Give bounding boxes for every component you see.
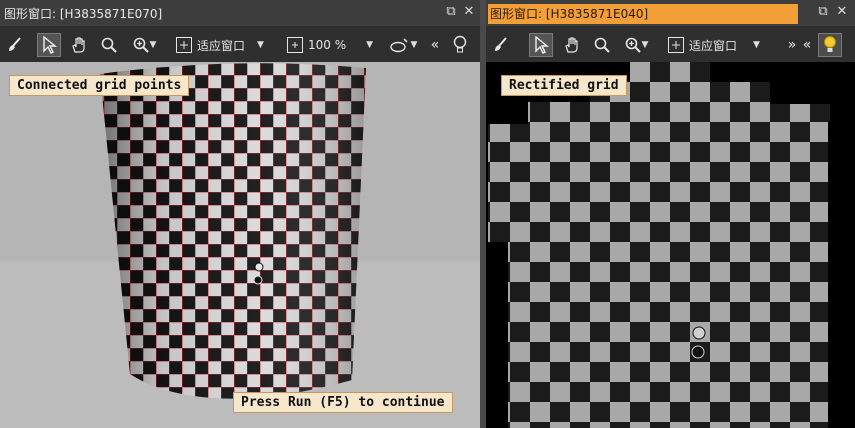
zoom-percent-label: 100 % xyxy=(308,38,347,52)
chevron-down-icon: ▼ xyxy=(410,40,418,50)
graphics-window-right[interactable]: 图形窗口: [H3835871E040] ⧉ ✕ ▼ 适应窗口 ▼ » « Re… xyxy=(486,0,855,428)
continue-hint: Press Run (F5) to continue xyxy=(233,392,453,413)
lightbulb-icon[interactable] xyxy=(818,33,842,57)
chevron-down-icon: ▼ xyxy=(753,40,760,50)
pointer-icon[interactable] xyxy=(37,33,61,57)
window-titlebar[interactable]: 图形窗口: [H3835871E070] ⧉ ✕ xyxy=(0,0,480,26)
magnifier-icon[interactable] xyxy=(97,33,121,57)
close-icon[interactable]: ✕ xyxy=(462,5,476,19)
expand-chevrons-icon[interactable]: » xyxy=(786,33,798,57)
fit-window-dropdown[interactable]: 适应窗口 ▼ xyxy=(667,33,777,57)
restore-icon[interactable]: ⧉ xyxy=(444,5,458,19)
zoom-dropdown[interactable]: ▼ xyxy=(619,33,653,57)
pan-hand-icon[interactable] xyxy=(560,33,584,57)
clear-brush-icon[interactable] xyxy=(490,33,512,57)
chevron-down-icon: ▼ xyxy=(257,40,264,50)
collapse-chevrons-icon[interactable]: « xyxy=(428,33,442,57)
fit-window-label: 适应窗口 xyxy=(689,38,738,53)
lightbulb-icon[interactable] xyxy=(450,33,470,57)
zoom-dropdown[interactable]: ▼ xyxy=(127,33,161,57)
overlay-label: Rectified grid xyxy=(501,75,627,96)
zoom-100-icon xyxy=(287,37,303,53)
window-title: 图形窗口: [H3835871E040] xyxy=(490,7,649,21)
toolbar: ▼ 适应窗口 ▼ » « xyxy=(486,28,855,62)
overlay-label: Connected grid points xyxy=(9,75,190,96)
fit-window-dropdown[interactable]: 适应窗口 ▼ xyxy=(175,33,280,57)
image-view-right[interactable]: Rectified grid xyxy=(486,62,855,428)
image-view-left[interactable]: Connected grid points Press Run (F5) to … xyxy=(0,62,480,428)
draw-ellipse-icon xyxy=(389,38,408,53)
window-title: 图形窗口: [H3835871E070] xyxy=(4,7,163,21)
rectified-grid-image xyxy=(486,62,855,428)
graphics-window-left[interactable]: 图形窗口: [H3835871E070] ⧉ ✕ ▼ 适应窗口 ▼ 100 % … xyxy=(0,0,480,428)
chevron-down-icon: ▼ xyxy=(149,40,157,50)
restore-icon[interactable]: ⧉ xyxy=(816,5,830,19)
collapse-chevrons-icon[interactable]: « xyxy=(801,33,813,57)
draw-region-dropdown[interactable]: ▼ xyxy=(386,33,420,57)
zoom-percent-dropdown[interactable]: 100 % ▼ xyxy=(286,33,378,57)
fit-window-label: 适应窗口 xyxy=(197,38,246,53)
clear-brush-icon[interactable] xyxy=(4,33,26,57)
close-icon[interactable]: ✕ xyxy=(835,5,849,19)
toolbar: ▼ 适应窗口 ▼ 100 % ▼ ▼ « xyxy=(0,28,480,62)
fit-window-icon xyxy=(176,37,192,53)
magnifier-icon[interactable] xyxy=(590,33,614,57)
cylinder-checkerboard-image xyxy=(0,62,480,428)
pointer-icon[interactable] xyxy=(529,33,553,57)
chevron-down-icon: ▼ xyxy=(641,40,649,50)
pan-hand-icon[interactable] xyxy=(67,33,91,57)
chevron-down-icon: ▼ xyxy=(366,40,374,50)
fit-window-icon xyxy=(668,37,684,53)
window-titlebar[interactable]: 图形窗口: [H3835871E040] ⧉ ✕ xyxy=(486,0,855,26)
